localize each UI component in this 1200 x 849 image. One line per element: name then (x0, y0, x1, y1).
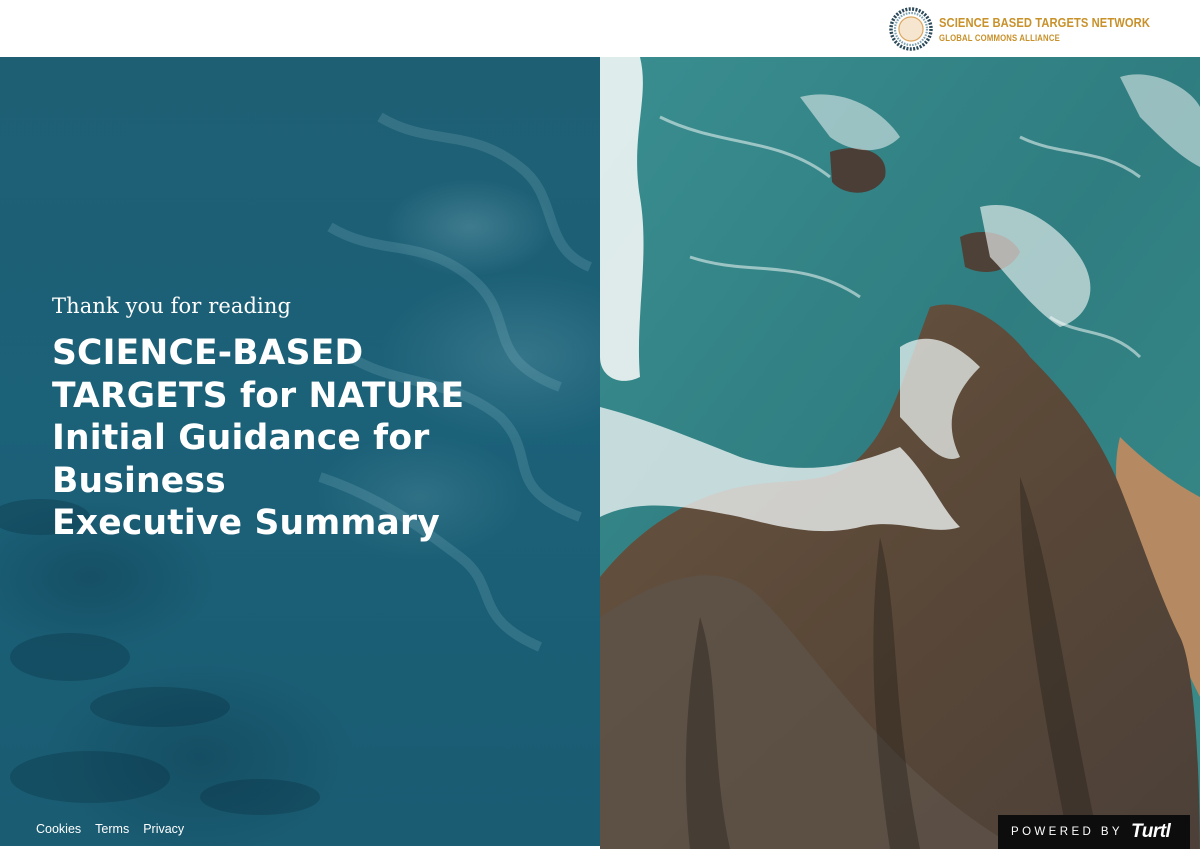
cookies-link[interactable]: Cookies (36, 822, 81, 836)
hero-title-line: Initial Guidance for (52, 418, 430, 458)
hero-title-line: Business (52, 460, 226, 501)
top-header: SCIENCE BASED TARGETS NETWORK GLOBAL COM… (0, 0, 1200, 57)
coastline-photo (600, 57, 1200, 849)
coastline-image (600, 57, 1200, 849)
logo-subtitle: GLOBAL COMMONS ALLIANCE (938, 33, 1060, 43)
hero-title-line: Executive Summary (52, 503, 440, 543)
powered-by-badge[interactable]: POWERED BY Turtl (998, 815, 1190, 849)
turtl-logo: Turtl (1130, 821, 1171, 842)
hero-title-line: TARGETS for NATURE (52, 375, 465, 416)
privacy-link[interactable]: Privacy (143, 822, 184, 836)
hero-text: Thank you for reading SCIENCE-BASED TARG… (52, 294, 572, 545)
ocean-panel: Thank you for reading SCIENCE-BASED TARG… (0, 57, 600, 846)
footer-links: Cookies Terms Privacy (36, 822, 184, 836)
hero-pretitle: Thank you for reading (52, 294, 292, 318)
powered-by-label: POWERED BY (1011, 826, 1123, 838)
sbtn-ring-icon (888, 7, 933, 51)
hero-title-line: SCIENCE-BASED (52, 333, 364, 373)
logo-title: SCIENCE BASED TARGETS NETWORK (938, 15, 1150, 30)
hero-title: SCIENCE-BASED TARGETS for NATURE Initial… (52, 332, 572, 545)
terms-link[interactable]: Terms (95, 822, 129, 836)
sbtn-logo[interactable]: SCIENCE BASED TARGETS NETWORK GLOBAL COM… (888, 5, 1184, 53)
